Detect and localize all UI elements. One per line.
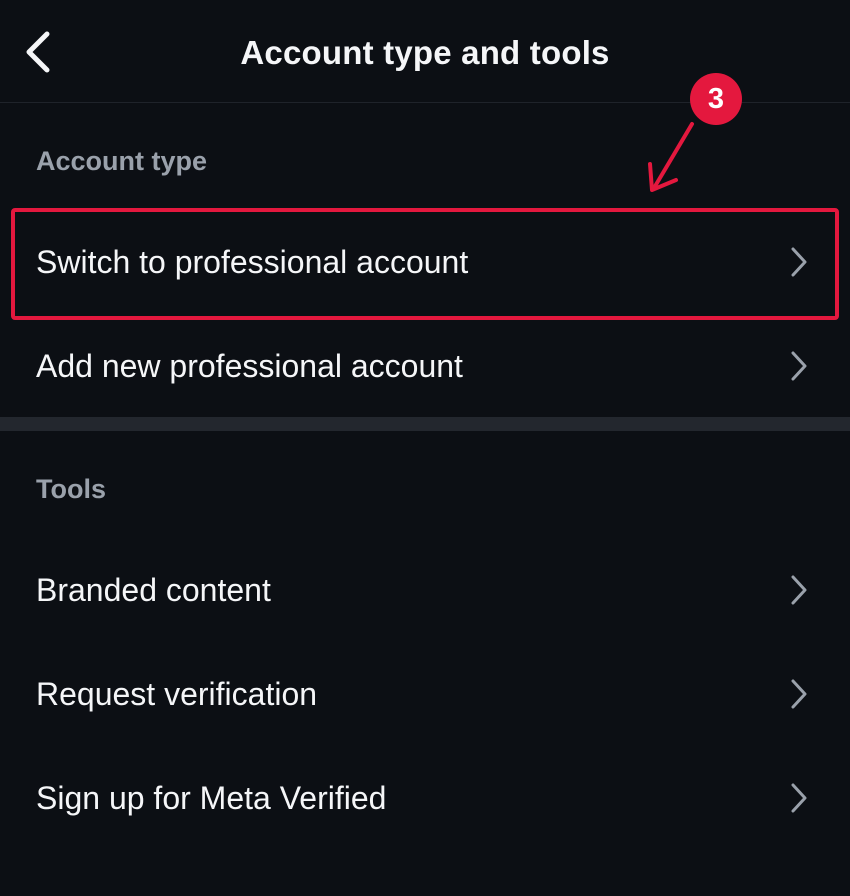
- switch-to-professional-account-row[interactable]: Switch to professional account: [0, 212, 850, 312]
- pointer-arrow-icon: [648, 122, 694, 192]
- chevron-right-icon: [788, 245, 810, 279]
- section-label-account-type: Account type: [36, 146, 208, 176]
- row-label: Sign up for Meta Verified: [36, 779, 387, 816]
- chevron-right-icon: [788, 677, 810, 711]
- account-type-and-tools-screen: Account type and tools Account type Swit…: [0, 0, 850, 896]
- section-divider: [0, 417, 850, 431]
- branded-content-row[interactable]: Branded content: [0, 540, 850, 640]
- row-label: Branded content: [36, 571, 271, 608]
- chevron-right-icon: [788, 349, 810, 383]
- add-new-professional-account-row[interactable]: Add new professional account: [0, 316, 850, 416]
- page-title: Account type and tools: [240, 34, 610, 71]
- section-label-tools: Tools: [36, 474, 106, 504]
- row-label: Add new professional account: [36, 347, 463, 384]
- chevron-right-icon: [788, 573, 810, 607]
- row-label: Switch to professional account: [36, 243, 469, 280]
- request-verification-row[interactable]: Request verification: [0, 644, 850, 744]
- sign-up-meta-verified-row[interactable]: Sign up for Meta Verified: [0, 748, 850, 848]
- chevron-right-icon: [788, 781, 810, 815]
- row-label: Request verification: [36, 675, 318, 712]
